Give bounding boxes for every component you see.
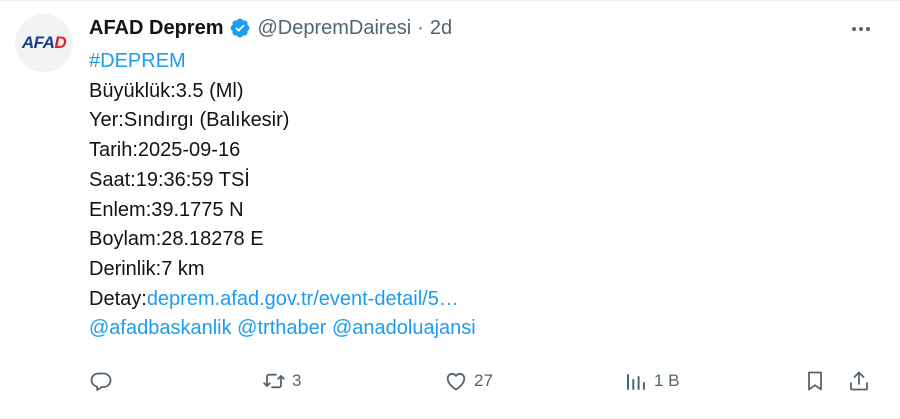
like-icon [444, 369, 468, 393]
separator-dot: · [417, 16, 424, 39]
location-line: Yer:Sındırgı (Balıkesir) [89, 109, 290, 132]
mention-anadoluajansi[interactable]: @anadoluajansi [332, 317, 476, 339]
latitude-line: Enlem:39.1775 N [89, 198, 244, 221]
like-count: 27 [474, 371, 493, 390]
date-line: Tarih:2025-09-16 [89, 139, 241, 162]
mention-trthaber[interactable]: @trthaber [237, 317, 326, 339]
tweet-text: #DEPREM Büyüklük:3.5 (Ml) Yer:Sındırgı (… [89, 47, 476, 344]
retweet-button[interactable]: 3 [262, 366, 301, 396]
mention-afadbaskanlik[interactable]: @afadbaskanlik [89, 317, 232, 339]
retweet-count: 3 [292, 371, 302, 390]
bookmark-button[interactable] [803, 366, 827, 396]
author-handle[interactable]: @DepremDairesi [257, 17, 411, 40]
hashtag-link[interactable]: #DEPREM [89, 50, 186, 72]
tweet-header: AFAD Deprem @DepremDairesi · 2d [89, 14, 452, 42]
depth-line: Derinlik:7 km [89, 257, 205, 280]
more-icon[interactable] [845, 16, 877, 42]
avatar-logo: AFAD [21, 33, 67, 52]
bookmark-icon [803, 369, 827, 393]
top-divider [0, 0, 900, 1]
share-icon [847, 369, 871, 393]
reply-button[interactable] [89, 366, 119, 396]
like-button[interactable]: 27 [444, 366, 493, 396]
views-button[interactable]: 1 B [624, 366, 680, 396]
author-name[interactable]: AFAD Deprem [89, 17, 223, 40]
detail-label: Detay: [89, 287, 147, 310]
share-button[interactable] [847, 366, 871, 396]
reply-icon [89, 369, 113, 393]
retweet-icon [262, 369, 286, 393]
magnitude-line: Büyüklük:3.5 (Ml) [89, 79, 244, 102]
longitude-line: Boylam:28.18278 E [89, 228, 264, 251]
views-icon [624, 369, 648, 393]
detail-link[interactable]: deprem.afad.gov.tr/event-detail/5… [147, 288, 459, 310]
verified-badge-icon[interactable] [229, 17, 251, 39]
views-count: 1 B [654, 371, 680, 390]
avatar[interactable]: AFAD [15, 14, 73, 72]
action-bar: 3 27 1 B [89, 366, 879, 396]
post-time[interactable]: 2d [430, 17, 452, 40]
time-line: Saat:19:36:59 TSİ [89, 168, 250, 191]
